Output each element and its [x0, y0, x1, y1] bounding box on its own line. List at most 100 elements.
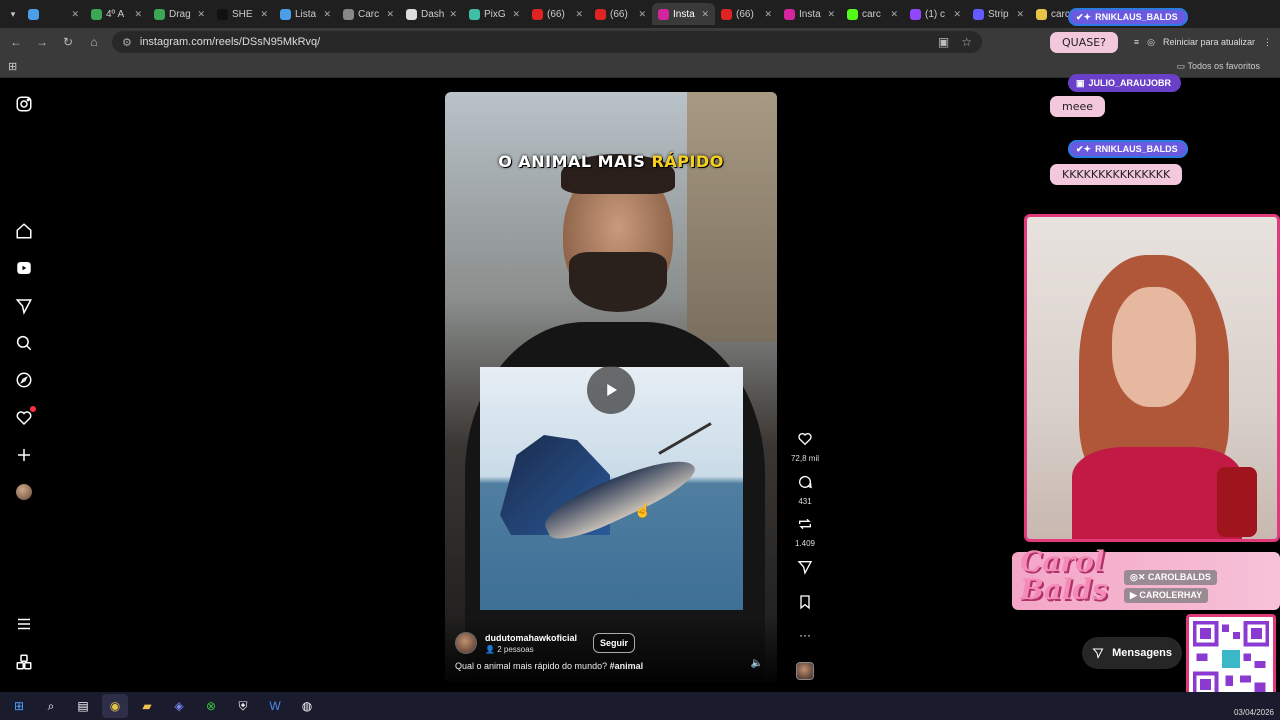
browser-tab[interactable]: SHE ✕: [211, 3, 274, 25]
tab-close-icon[interactable]: ✕: [134, 9, 142, 20]
more-menu-icon[interactable]: [14, 614, 34, 634]
browser-tab[interactable]: ✕: [22, 3, 85, 25]
reel-video[interactable]: O ANIMAL MAIS RÁPIDO dudutomahawkoficial…: [445, 92, 777, 682]
url-input[interactable]: ⚙ instagram.com/reels/DSsN95MkRvq/ ▣ ☆: [112, 31, 982, 53]
home-button[interactable]: ⌂: [86, 35, 102, 49]
more-options-icon[interactable]: ···: [789, 628, 821, 642]
more-icon[interactable]: ⋮: [1263, 37, 1272, 48]
also-from-meta-icon[interactable]: [14, 652, 34, 672]
install-icon[interactable]: ▣: [938, 35, 949, 49]
windows-start-icon[interactable]: ⊞: [6, 694, 32, 718]
caption-hashtag[interactable]: #animal: [610, 661, 644, 671]
tab-close-icon[interactable]: ✕: [512, 9, 520, 20]
browser-tab[interactable]: (66) ✕: [589, 3, 652, 25]
direct-send-icon[interactable]: [14, 296, 34, 316]
messages-button[interactable]: Mensagens: [1082, 637, 1182, 669]
author-row: dudutomahawkoficial 👤 2 pessoas Seguir: [455, 632, 636, 654]
reels-icon[interactable]: [14, 258, 34, 278]
task-view-icon[interactable]: ▤: [70, 694, 96, 718]
social-yt-text: CAROLERHAY: [1139, 590, 1203, 600]
apps-grid-icon[interactable]: ⊞: [8, 60, 17, 73]
tab-close-icon[interactable]: ✕: [701, 9, 709, 20]
browser-tab[interactable]: Dash ✕: [400, 3, 463, 25]
profile-avatar[interactable]: [14, 482, 34, 502]
browser-tab[interactable]: Carc ✕: [337, 3, 400, 25]
browser-tab[interactable]: Drag ✕: [148, 3, 211, 25]
browser-tab[interactable]: carc ✕: [841, 3, 904, 25]
tab-close-icon[interactable]: ✕: [575, 9, 583, 20]
play-button[interactable]: [587, 366, 635, 414]
stream-banner: Carol Balds ◎✕ CAROLBALDS ▶ CAROLERHAY: [1012, 548, 1280, 618]
obs-icon[interactable]: ◍: [294, 694, 320, 718]
browser-tab[interactable]: 4º A ✕: [85, 3, 148, 25]
audio-avatar[interactable]: [796, 662, 814, 680]
qr-code: [1186, 614, 1276, 704]
tab-close-icon[interactable]: ✕: [197, 9, 205, 20]
menu-icon[interactable]: ≡: [1134, 37, 1139, 47]
tab-label: (1) c: [925, 8, 945, 20]
tab-favicon-icon: [469, 8, 480, 20]
all-bookmarks-link[interactable]: ▭ Todos os favoritos: [1177, 61, 1272, 72]
word-icon[interactable]: W: [262, 694, 288, 718]
reload-button[interactable]: ↻: [60, 35, 76, 49]
restart-update-button[interactable]: ≡ ◎ Reiniciar para atualizar ⋮: [1134, 37, 1272, 48]
social-x-handle: ◎✕ CAROLBALDS: [1124, 570, 1217, 585]
messages-label: Mensagens: [1112, 647, 1172, 659]
bookmark-icon: [800, 595, 810, 610]
tab-close-icon[interactable]: ✕: [1016, 9, 1024, 20]
discord-icon[interactable]: ◈: [166, 694, 192, 718]
chrome-icon[interactable]: ◉: [102, 694, 128, 718]
taskbar-date: 03/04/2026: [1233, 707, 1274, 717]
comment-button[interactable]: 431: [789, 474, 821, 506]
tab-close-icon[interactable]: ✕: [953, 9, 961, 20]
repost-count: 1.409: [794, 539, 816, 548]
explore-compass-icon[interactable]: [14, 370, 34, 390]
site-info-icon[interactable]: ⚙: [122, 36, 132, 49]
instagram-logo-icon[interactable]: [14, 94, 34, 114]
browser-tab[interactable]: (66) ✕: [715, 3, 778, 25]
tab-close-icon[interactable]: ✕: [71, 9, 79, 20]
share-button[interactable]: [789, 559, 821, 580]
follow-button[interactable]: Seguir: [593, 633, 636, 653]
tab-close-icon[interactable]: ✕: [890, 9, 898, 20]
create-plus-icon[interactable]: [14, 445, 34, 465]
tab-label: PixG: [484, 8, 506, 20]
browser-tab[interactable]: Insta ✕: [778, 3, 841, 25]
browser-tab[interactable]: Strip ✕: [967, 3, 1030, 25]
browser-tab[interactable]: PixG ✕: [463, 3, 526, 25]
tab-close-icon[interactable]: ✕: [449, 9, 457, 20]
author-avatar[interactable]: [455, 632, 477, 654]
profile-icon[interactable]: ◎: [1147, 37, 1155, 48]
browser-tab[interactable]: (1) c ✕: [904, 3, 967, 25]
search-icon[interactable]: [14, 333, 34, 353]
save-button[interactable]: [789, 594, 821, 615]
tab-close-icon[interactable]: ✕: [260, 9, 268, 20]
browser-tab[interactable]: Lista ✕: [274, 3, 337, 25]
tab-close-icon[interactable]: ✕: [386, 9, 394, 20]
browser-tab[interactable]: (66) ✕: [526, 3, 589, 25]
tab-close-icon[interactable]: ✕: [827, 9, 835, 20]
like-button[interactable]: 72,8 mil: [789, 431, 821, 463]
tab-close-icon[interactable]: ✕: [638, 9, 646, 20]
back-button[interactable]: ←: [8, 35, 24, 49]
instagram-left-nav: [0, 78, 48, 692]
home-icon[interactable]: [14, 221, 34, 241]
chat-message-2: meee: [1050, 96, 1106, 117]
tab-search-button[interactable]: ▾: [4, 5, 22, 23]
browser-tab[interactable]: Insta ✕: [652, 3, 715, 25]
tab-close-icon[interactable]: ✕: [323, 9, 331, 20]
bookmark-star-icon[interactable]: ☆: [961, 35, 972, 49]
notifications-heart-icon[interactable]: [14, 406, 36, 428]
tab-close-icon[interactable]: ✕: [764, 9, 772, 20]
streamer-webcam: [1024, 214, 1280, 542]
search-icon[interactable]: ⌕: [38, 694, 64, 718]
repost-button[interactable]: 1.409: [789, 516, 821, 548]
forward-button[interactable]: →: [34, 35, 50, 49]
tab-favicon-icon: [154, 8, 165, 20]
mute-icon[interactable]: 🔈: [751, 658, 763, 669]
xbox-icon[interactable]: ⊗: [198, 694, 224, 718]
people-icon: 👤: [485, 644, 495, 654]
security-shield-icon[interactable]: ⛨: [230, 694, 256, 718]
author-name[interactable]: dudutomahawkoficial: [485, 633, 577, 643]
file-explorer-icon[interactable]: ▰: [134, 694, 160, 718]
